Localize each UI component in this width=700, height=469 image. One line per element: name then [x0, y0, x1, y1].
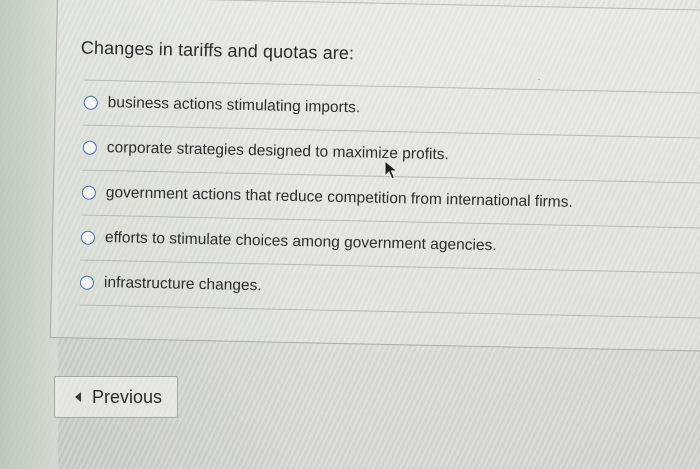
question-title: Changes in tariffs and quotas are:: [80, 37, 355, 64]
question-panel: Changes in tariffs and quotas are: busin…: [49, 0, 700, 352]
stray-mark: ·: [537, 74, 541, 86]
answer-option-label: infrastructure changes.: [103, 274, 262, 295]
caret-left-icon: [75, 392, 81, 402]
previous-button[interactable]: Previous: [54, 376, 178, 418]
answer-options: business actions stimulating imports. co…: [79, 79, 700, 319]
answer-option-label: efforts to stimulate choices among gover…: [104, 229, 497, 255]
mouse-pointer-icon: [384, 160, 399, 180]
radio-button-icon[interactable]: [81, 185, 97, 200]
screen-photo: Changes in tariffs and quotas are: busin…: [0, 0, 700, 469]
previous-button-label: Previous: [92, 386, 163, 407]
radio-button-icon[interactable]: [82, 140, 97, 155]
left-edge-strip: [0, 0, 58, 469]
answer-option-label: government actions that reduce competiti…: [105, 184, 573, 211]
answer-option-label: business actions stimulating imports.: [107, 94, 361, 117]
radio-button-icon[interactable]: [80, 230, 96, 245]
radio-button-icon[interactable]: [79, 275, 95, 290]
radio-button-icon[interactable]: [83, 95, 98, 110]
